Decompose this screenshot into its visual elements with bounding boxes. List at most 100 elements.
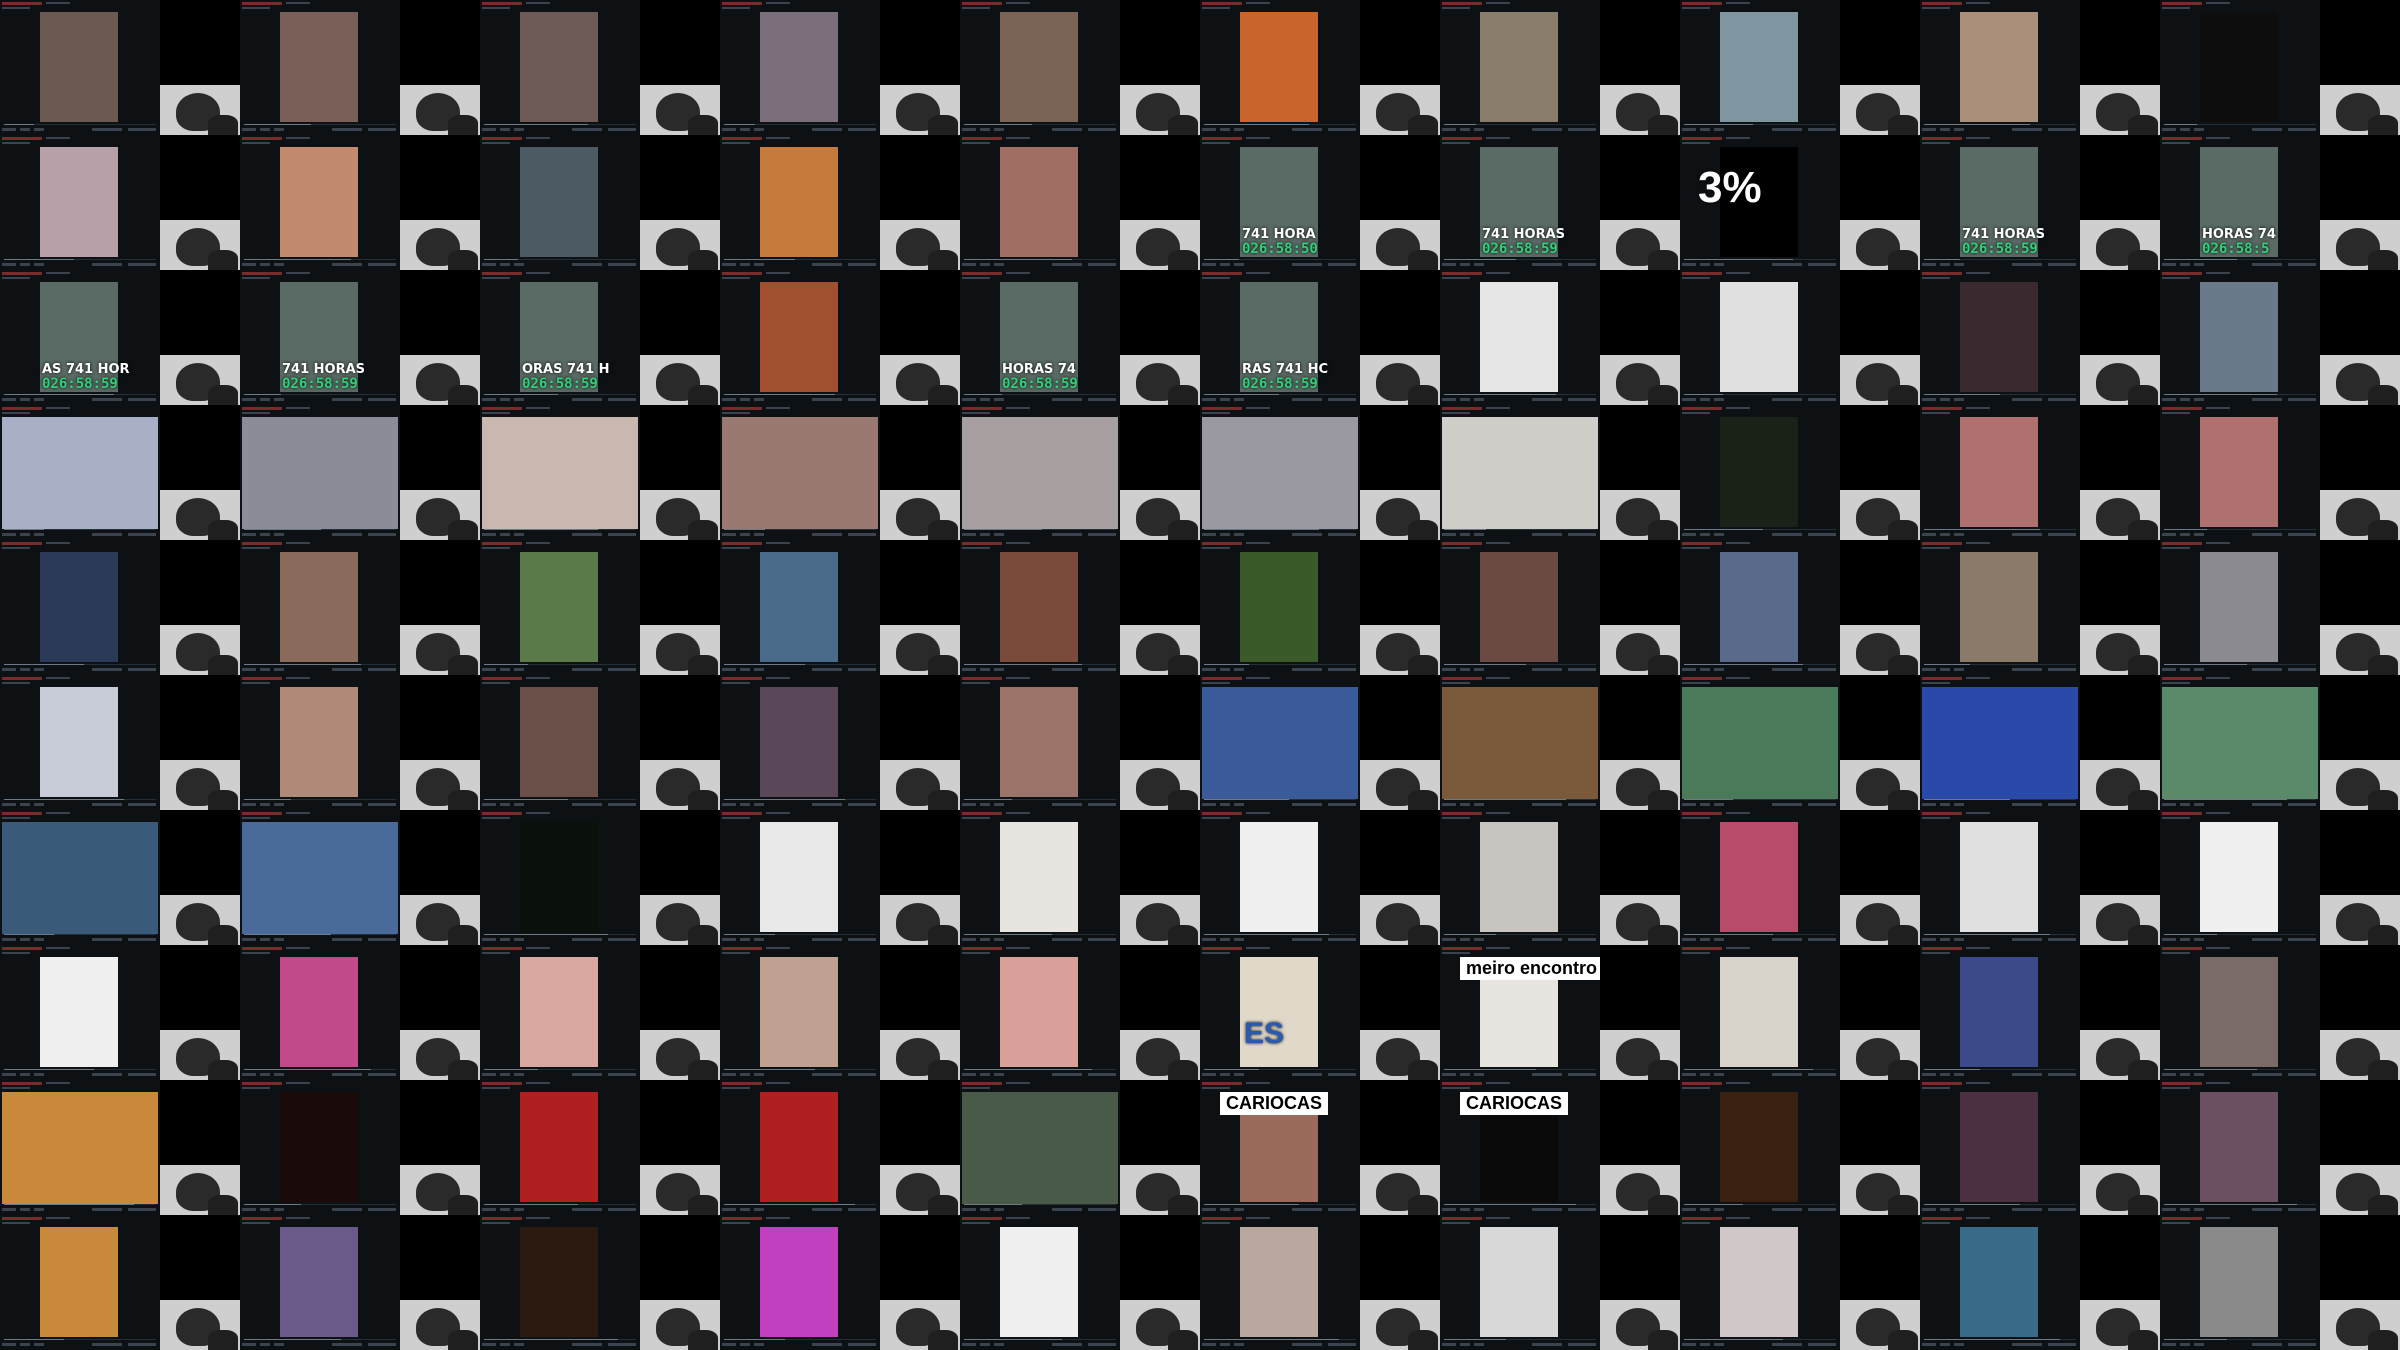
footer-control-icon[interactable]: [994, 398, 1004, 401]
footer-control-icon[interactable]: [1460, 533, 1470, 536]
footer-control-icon[interactable]: [1220, 263, 1230, 266]
footer-control-icon[interactable]: [2162, 803, 2176, 806]
footer-control-icon[interactable]: [1052, 128, 1082, 131]
playback-progress-bar[interactable]: [1204, 1339, 1356, 1340]
footer-control-icon[interactable]: [242, 398, 256, 401]
video-tile[interactable]: [1920, 1215, 2160, 1350]
footer-control-icon[interactable]: [1700, 1073, 1710, 1076]
footer-control-icon[interactable]: [20, 938, 30, 941]
video-tile[interactable]: [2160, 0, 2400, 135]
video-tile[interactable]: [720, 1080, 960, 1215]
video-tile[interactable]: [1440, 405, 1680, 540]
video-thumbnail[interactable]: [1720, 1092, 1798, 1202]
footer-control-icon[interactable]: [482, 668, 496, 671]
footer-control-icon[interactable]: [2, 1073, 16, 1076]
footer-control-icon[interactable]: [994, 668, 1004, 671]
footer-control-icon[interactable]: [1460, 128, 1470, 131]
footer-control-icon[interactable]: [1568, 1073, 1596, 1076]
video-thumbnail[interactable]: [1480, 822, 1558, 932]
video-thumbnail[interactable]: [760, 12, 838, 122]
video-thumbnail[interactable]: [1000, 12, 1078, 122]
footer-control-icon[interactable]: [2, 938, 16, 941]
playback-progress-bar[interactable]: [484, 934, 636, 935]
footer-control-icon[interactable]: [2194, 128, 2204, 131]
footer-control-icon[interactable]: [242, 1343, 256, 1346]
footer-control-icon[interactable]: [994, 803, 1004, 806]
footer-control-icon[interactable]: [740, 263, 750, 266]
video-tile[interactable]: [1680, 810, 1920, 945]
footer-control-icon[interactable]: [980, 128, 990, 131]
footer-control-icon[interactable]: [2252, 398, 2282, 401]
footer-control-icon[interactable]: [1442, 1343, 1456, 1346]
footer-control-icon[interactable]: [1292, 1073, 1322, 1076]
playback-progress-bar[interactable]: [1444, 1204, 1596, 1205]
footer-control-icon[interactable]: [1088, 938, 1116, 941]
footer-control-icon[interactable]: [1460, 1073, 1470, 1076]
video-tile[interactable]: 741 HORAS 026:58:59: [1440, 135, 1680, 270]
footer-control-icon[interactable]: [722, 533, 736, 536]
footer-control-icon[interactable]: [848, 263, 876, 266]
footer-control-icon[interactable]: [722, 1343, 736, 1346]
footer-control-icon[interactable]: [1532, 533, 1562, 536]
video-thumbnail[interactable]: [760, 687, 838, 797]
footer-control-icon[interactable]: [2012, 668, 2042, 671]
footer-control-icon[interactable]: [608, 1073, 636, 1076]
video-tile[interactable]: [0, 675, 240, 810]
footer-control-icon[interactable]: [332, 263, 362, 266]
footer-control-icon[interactable]: [1460, 1208, 1470, 1211]
footer-control-icon[interactable]: [2180, 1073, 2190, 1076]
footer-control-icon[interactable]: [514, 668, 524, 671]
footer-control-icon[interactable]: [1940, 398, 1950, 401]
video-tile[interactable]: [720, 675, 960, 810]
video-tile[interactable]: [1440, 1215, 1680, 1350]
footer-control-icon[interactable]: [20, 128, 30, 131]
footer-control-icon[interactable]: [722, 1073, 736, 1076]
footer-control-icon[interactable]: [1954, 1073, 1964, 1076]
footer-control-icon[interactable]: [1088, 1073, 1116, 1076]
footer-control-icon[interactable]: [92, 938, 122, 941]
playback-progress-bar[interactable]: [1684, 799, 1836, 800]
footer-control-icon[interactable]: [754, 263, 764, 266]
footer-control-icon[interactable]: [332, 1208, 362, 1211]
footer-control-icon[interactable]: [128, 263, 156, 266]
video-thumbnail[interactable]: [1960, 417, 2038, 527]
video-thumbnail[interactable]: [1240, 1227, 1318, 1337]
footer-control-icon[interactable]: [754, 668, 764, 671]
footer-control-icon[interactable]: [1292, 1343, 1322, 1346]
footer-control-icon[interactable]: [274, 398, 284, 401]
footer-control-icon[interactable]: [514, 128, 524, 131]
footer-control-icon[interactable]: [1532, 803, 1562, 806]
footer-control-icon[interactable]: [1234, 533, 1244, 536]
video-tile[interactable]: [1440, 270, 1680, 405]
footer-control-icon[interactable]: [2288, 803, 2316, 806]
footer-control-icon[interactable]: [514, 1073, 524, 1076]
footer-control-icon[interactable]: [128, 803, 156, 806]
playback-progress-bar[interactable]: [964, 934, 1116, 935]
playback-progress-bar[interactable]: [1684, 934, 1836, 935]
playback-progress-bar[interactable]: [244, 394, 396, 395]
video-tile[interactable]: [1920, 810, 2160, 945]
footer-control-icon[interactable]: [740, 1073, 750, 1076]
playback-progress-bar[interactable]: [484, 1204, 636, 1205]
footer-control-icon[interactable]: [1460, 263, 1470, 266]
playback-progress-bar[interactable]: [724, 934, 876, 935]
footer-control-icon[interactable]: [368, 668, 396, 671]
footer-control-icon[interactable]: [274, 1073, 284, 1076]
footer-control-icon[interactable]: [812, 938, 842, 941]
video-thumbnail[interactable]: [2200, 12, 2278, 122]
footer-control-icon[interactable]: [1202, 1343, 1216, 1346]
video-thumbnail[interactable]: [1960, 957, 2038, 1067]
video-thumbnail[interactable]: [520, 687, 598, 797]
video-thumbnail[interactable]: [760, 1227, 838, 1337]
footer-control-icon[interactable]: [128, 1208, 156, 1211]
footer-control-icon[interactable]: [1940, 128, 1950, 131]
footer-control-icon[interactable]: [92, 1208, 122, 1211]
footer-control-icon[interactable]: [2194, 1208, 2204, 1211]
footer-control-icon[interactable]: [34, 398, 44, 401]
video-thumbnail[interactable]: [280, 552, 358, 662]
footer-control-icon[interactable]: [1808, 128, 1836, 131]
footer-control-icon[interactable]: [1532, 398, 1562, 401]
video-tile[interactable]: [2160, 810, 2400, 945]
footer-control-icon[interactable]: [1088, 803, 1116, 806]
playback-progress-bar[interactable]: [1924, 1204, 2076, 1205]
